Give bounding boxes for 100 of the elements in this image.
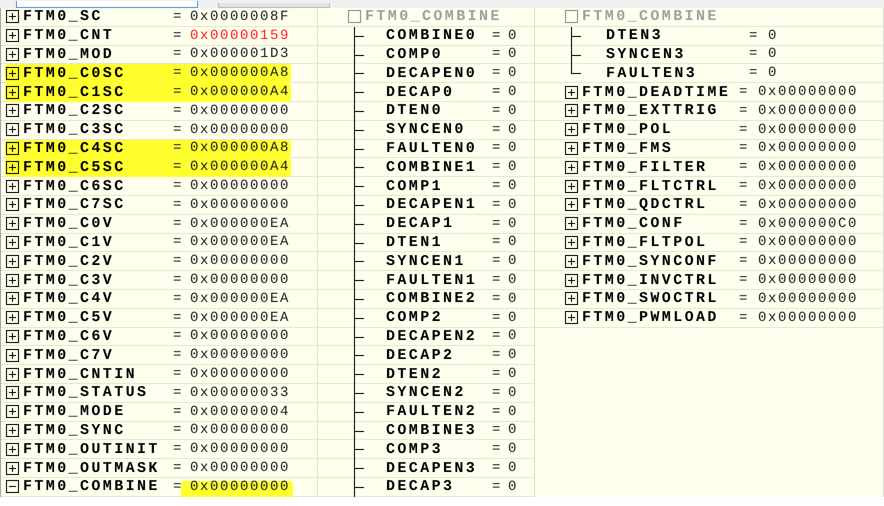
register-value: 0x000000A4 <box>190 159 290 176</box>
register-name: FTM0_CNTIN <box>23 366 138 383</box>
equals-sign: = <box>173 272 184 288</box>
expand-icon[interactable] <box>565 198 578 212</box>
register-value: 0x000000A8 <box>190 65 290 82</box>
register-value: 0x00000000 <box>758 290 858 307</box>
expand-icon[interactable] <box>6 311 19 324</box>
register-name: FTM0_FLTPOL <box>582 234 708 251</box>
expand-icon[interactable] <box>565 104 578 118</box>
equals-sign: = <box>173 102 184 119</box>
register-value: 0x00000000 <box>758 178 858 194</box>
expand-icon[interactable] <box>565 142 578 155</box>
equals-sign: = <box>492 253 504 270</box>
expand-icon[interactable] <box>6 48 19 61</box>
expand-icon[interactable] <box>6 66 19 80</box>
expand-icon[interactable] <box>6 10 19 24</box>
group-box-icon[interactable] <box>565 10 578 24</box>
field-name: DECAP3 <box>386 478 456 496</box>
field-name: FAULTEN2 <box>386 403 478 420</box>
equals-sign: = <box>173 478 184 495</box>
expand-icon[interactable] <box>6 386 19 400</box>
equals-sign: = <box>749 65 760 82</box>
field-value: 0 <box>508 196 518 213</box>
equals-sign: = <box>173 216 184 232</box>
expand-icon[interactable] <box>6 123 19 136</box>
expand-icon[interactable] <box>6 86 19 99</box>
equals-sign: = <box>173 178 184 194</box>
register-name: FTM0_MODE <box>23 403 127 420</box>
expand-icon[interactable] <box>6 330 19 343</box>
register-name: FTM0_C5SC <box>23 158 127 176</box>
equals-sign: = <box>173 65 184 82</box>
expand-icon[interactable] <box>565 180 578 193</box>
expand-icon[interactable] <box>565 274 578 287</box>
group-name: FTM0_COMBINE <box>582 8 719 26</box>
register-value: 0x00000000 <box>190 460 290 476</box>
equals-sign: = <box>173 290 184 307</box>
expand-icon[interactable] <box>6 29 19 42</box>
equals-sign: = <box>492 140 504 156</box>
equals-sign: = <box>173 159 184 176</box>
expand-icon[interactable] <box>565 292 578 306</box>
field-value: 0 <box>508 65 518 82</box>
expand-icon[interactable] <box>565 236 578 249</box>
expand-icon[interactable] <box>565 123 578 136</box>
field-value: 0 <box>508 478 518 495</box>
equals-sign: = <box>492 216 504 232</box>
expand-icon[interactable] <box>6 292 19 306</box>
expand-icon[interactable] <box>6 236 19 249</box>
equals-sign: = <box>739 253 750 270</box>
register-value: 0x00000000 <box>758 272 858 288</box>
collapse-icon[interactable] <box>6 480 19 494</box>
field-name: COMP0 <box>386 46 444 63</box>
register-value: 0x00000000 <box>758 159 858 176</box>
field-name: DTEN1 <box>386 234 444 251</box>
register-name: FTM0_OUTMASK <box>23 460 161 477</box>
register-value: 0x00000000 <box>758 310 858 326</box>
group-box-icon[interactable] <box>348 10 361 24</box>
register-name: FTM0_CNT <box>23 27 116 44</box>
expand-icon[interactable] <box>565 217 578 230</box>
register-name: FTM0_C4SC <box>23 140 127 157</box>
expand-icon[interactable] <box>565 254 578 268</box>
field-value: 0 <box>508 290 518 307</box>
expand-icon[interactable] <box>6 368 19 381</box>
expand-icon[interactable] <box>6 254 19 268</box>
register-value: 0x00000000 <box>190 122 290 138</box>
expand-icon[interactable] <box>6 160 19 174</box>
equals-sign: = <box>173 8 184 25</box>
field-value: 0 <box>508 460 518 476</box>
equals-sign: = <box>173 46 184 62</box>
expand-icon[interactable] <box>6 405 19 418</box>
expand-icon[interactable] <box>6 462 19 475</box>
register-name: FTM0_C1SC <box>23 84 127 101</box>
equals-sign: = <box>173 122 184 138</box>
expand-icon[interactable] <box>565 311 578 324</box>
expand-icon[interactable] <box>565 160 578 174</box>
expand-icon[interactable] <box>6 442 19 456</box>
equals-sign: = <box>492 234 504 250</box>
expand-icon[interactable] <box>6 142 19 155</box>
expand-icon[interactable] <box>565 86 578 99</box>
register-name: FTM0_SWOCTRL <box>582 290 720 308</box>
expand-icon[interactable] <box>6 180 19 193</box>
register-name: FTM0_C4V <box>23 290 116 308</box>
expand-icon[interactable] <box>6 104 19 118</box>
expand-icon[interactable] <box>6 274 19 287</box>
equals-sign: = <box>492 65 504 82</box>
register-name: FTM0_FMS <box>582 140 674 157</box>
equals-sign: = <box>492 272 504 288</box>
register-value: 0x000000A8 <box>190 140 290 156</box>
equals-sign: = <box>173 253 184 270</box>
register-name: FTM0_C3SC <box>23 121 127 138</box>
equals-sign: = <box>492 28 504 44</box>
expand-icon[interactable] <box>6 424 19 437</box>
expand-icon[interactable] <box>6 217 19 230</box>
register-value: 0x00000000 <box>758 102 858 119</box>
expand-icon[interactable] <box>6 198 19 212</box>
equals-sign: = <box>492 422 504 438</box>
equals-sign: = <box>492 196 504 213</box>
field-name: DECAPEN2 <box>386 328 478 345</box>
expand-icon[interactable] <box>6 348 19 362</box>
input-field[interactable] <box>16 1 198 8</box>
register-value: 0x0000008F <box>190 8 290 25</box>
